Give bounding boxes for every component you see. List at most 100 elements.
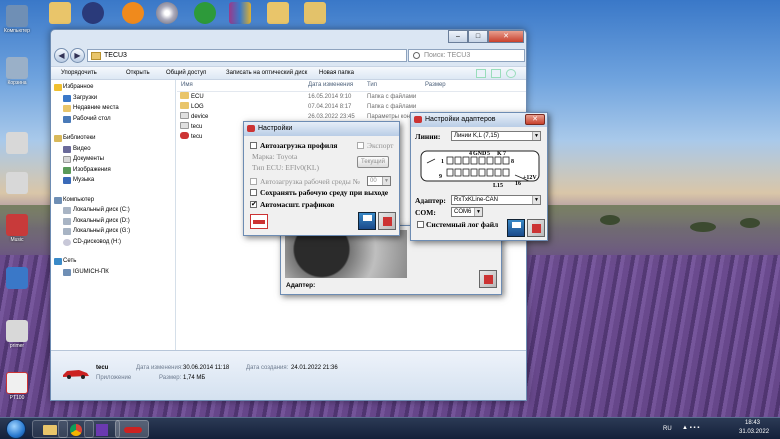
settings-title: Настройки: [258, 125, 293, 132]
exit-icon[interactable]: [527, 219, 545, 237]
autoload-profile-checkbox[interactable]: [250, 142, 257, 149]
network-icon: [54, 258, 62, 265]
autoscale-checkbox[interactable]: ✔: [250, 201, 257, 208]
settings-dialog: Настройки Автозагрузка профиля Экспорт М…: [243, 121, 400, 236]
file-row[interactable]: ECU 16.05.2014 9:10 Папка с файлами: [177, 92, 526, 102]
desktop-icon-recycle-bin[interactable]: Корзина: [2, 55, 32, 86]
start-button[interactable]: [6, 419, 26, 439]
close-button[interactable]: ✕: [525, 114, 545, 125]
forward-button[interactable]: ▶: [70, 48, 85, 63]
save-icon[interactable]: [358, 212, 376, 230]
nav-network[interactable]: Сеть: [51, 256, 175, 267]
env-number-select[interactable]: 00 ▼: [367, 176, 391, 186]
file-icon: [180, 122, 189, 129]
desktop-icon-winrar[interactable]: [225, 0, 255, 25]
export-label: Экспорт: [367, 141, 394, 150]
desktop-icon-green-app[interactable]: [190, 0, 220, 25]
adapter-titlebar[interactable]: Настройки адаптеров ✕: [411, 113, 547, 127]
pin-label: GND: [473, 151, 487, 157]
lines-select[interactable]: Линии K,L (7,15) ▼: [451, 131, 541, 141]
minimize-button[interactable]: –: [448, 30, 468, 43]
column-type[interactable]: Тип: [367, 82, 377, 88]
desktop-icon-folder[interactable]: [45, 0, 75, 25]
file-row[interactable]: LOG 07.04.2014 8:17 Папка с файлами: [177, 102, 526, 112]
nav-desktop[interactable]: Рабочий стол: [51, 114, 175, 125]
back-button[interactable]: ◀: [54, 48, 69, 63]
close-button[interactable]: ✕: [488, 30, 524, 43]
save-env-label: Сохранять рабочую среду при выходе: [260, 188, 389, 197]
address-row: ◀ ▶ TECU3 Поиск: TECU3: [51, 46, 526, 66]
pin-label: +12V: [523, 175, 537, 181]
folder-icon: [43, 425, 57, 435]
nav-video[interactable]: Видео: [51, 144, 175, 155]
desktop-icon-pt100[interactable]: PT100: [2, 370, 32, 401]
tray-icons[interactable]: ▲ ▪ ▪ ▪: [682, 425, 699, 431]
desktop-icon-zip[interactable]: [300, 0, 330, 25]
desktop-icon-computer[interactable]: Компьютер: [2, 3, 32, 34]
share-menu[interactable]: Общий доступ: [166, 69, 206, 78]
nav-downloads[interactable]: Загрузки: [51, 93, 175, 104]
desktop-icon-folder2[interactable]: [263, 0, 293, 25]
nav-libraries[interactable]: Библиотеки: [51, 133, 175, 144]
exit-icon[interactable]: [378, 212, 396, 230]
view-options-icon[interactable]: [476, 69, 486, 78]
settings-titlebar[interactable]: Настройки: [244, 122, 399, 136]
desktop-icon-primer[interactable]: primer: [2, 318, 32, 349]
nav-drive-c[interactable]: Локальный диск (C:): [51, 205, 175, 216]
open-button[interactable]: Открыть: [126, 69, 150, 78]
desktop-icon-music[interactable]: Music: [2, 212, 32, 243]
current-button[interactable]: Текущий: [357, 156, 389, 168]
pin-label: 8: [511, 159, 514, 165]
desktop-icon-avast[interactable]: [118, 0, 148, 25]
syslog-checkbox[interactable]: [417, 221, 424, 228]
column-size[interactable]: Размер: [425, 82, 446, 88]
desktop-icon-app[interactable]: [78, 0, 108, 25]
explorer-titlebar[interactable]: – □ ✕: [51, 30, 526, 46]
nav-music[interactable]: Музыка: [51, 175, 175, 186]
nav-favorites[interactable]: Избранное: [51, 82, 175, 93]
export-checkbox[interactable]: [357, 142, 364, 149]
computer-icon: [54, 196, 62, 204]
nav-computer[interactable]: Компьютер: [51, 195, 175, 206]
nav-drive-h[interactable]: CD-дисковод (H:): [51, 237, 175, 248]
burn-button[interactable]: Записать на оптический диск: [226, 69, 307, 78]
pin-label: 16: [515, 181, 521, 187]
organize-menu[interactable]: Упорядочить: [61, 69, 97, 78]
nav-drive-d[interactable]: Локальный диск (D:): [51, 216, 175, 227]
nav-drive-g[interactable]: Локальный диск (G:): [51, 226, 175, 237]
address-bar[interactable]: TECU3: [87, 49, 407, 62]
nav-pictures[interactable]: Изображения: [51, 165, 175, 176]
search-input[interactable]: Поиск: TECU3: [408, 49, 525, 62]
help-icon[interactable]: [506, 69, 516, 78]
desktop-icon-disc[interactable]: [152, 0, 182, 25]
app-icon: [247, 125, 255, 132]
autoload-env-checkbox[interactable]: [250, 178, 257, 185]
new-folder-button[interactable]: Новая папка: [319, 69, 354, 78]
maximize-button[interactable]: □: [468, 30, 488, 43]
clock-time[interactable]: 18:43: [745, 420, 760, 426]
column-date[interactable]: Дата изменения: [308, 82, 353, 88]
desktop-icon-file3[interactable]: [2, 265, 32, 290]
pin-label: 7: [503, 151, 506, 157]
desktop-icon-file[interactable]: [2, 130, 32, 155]
desktop-icon-file2[interactable]: [2, 170, 32, 195]
save-icon[interactable]: [507, 219, 525, 237]
com-select[interactable]: COM6 ▼: [451, 207, 483, 217]
car-app-icon: [63, 370, 89, 379]
nav-recent[interactable]: Недавние места: [51, 103, 175, 114]
language-indicator[interactable]: RU: [663, 426, 672, 432]
nav-documents[interactable]: Документы: [51, 154, 175, 165]
autoload-env-label: Автозагрузка рабочей среды №: [260, 177, 360, 186]
details-modified: 30.06.2014 11:18: [183, 365, 230, 371]
save-env-checkbox[interactable]: [250, 189, 257, 196]
adapter-select[interactable]: RxTxKLine-CAN ▼: [451, 195, 541, 205]
nav-network-pc[interactable]: IGUMICH-ПК: [51, 267, 175, 278]
preview-pane-icon[interactable]: [491, 69, 501, 78]
clock-date[interactable]: 31.03.2022: [739, 429, 769, 435]
pin-label: 1: [441, 159, 444, 165]
document-icon: [6, 132, 28, 154]
folder-icon: [267, 2, 289, 24]
taskbar-tecu[interactable]: [115, 420, 149, 438]
exit-icon[interactable]: [479, 270, 497, 288]
column-name[interactable]: Имя: [181, 82, 193, 88]
